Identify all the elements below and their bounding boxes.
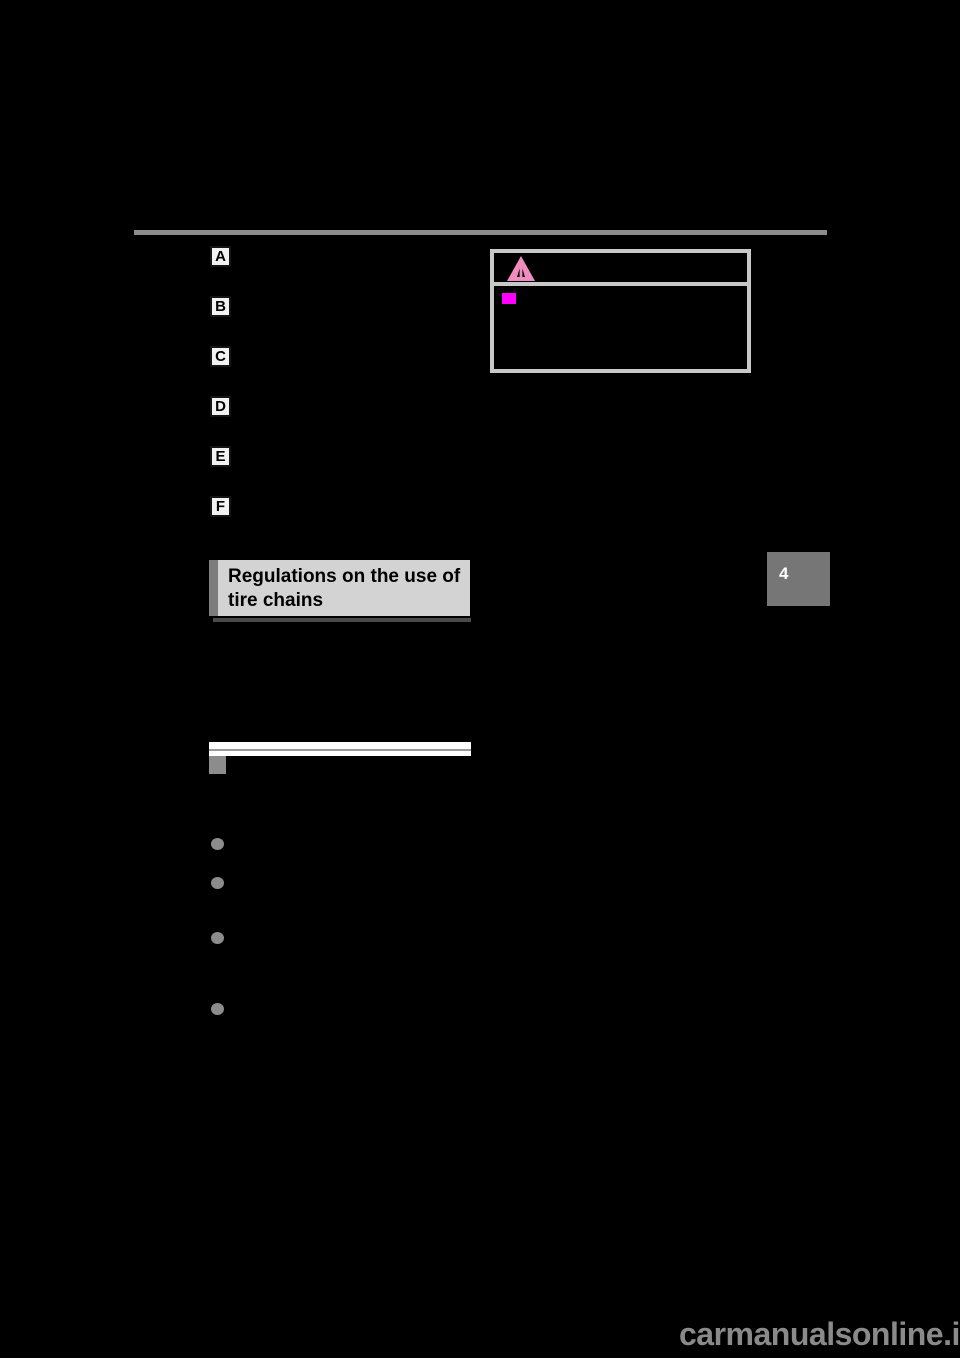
chapter-tab: 4 bbox=[767, 552, 830, 606]
warning-box-header bbox=[494, 253, 747, 286]
warning-box-body bbox=[494, 286, 747, 319]
bullet-dot-icon bbox=[211, 877, 224, 889]
section-header: Regulations on the use of tire chains bbox=[209, 560, 470, 616]
bullet-dot-icon bbox=[211, 932, 224, 944]
callout-marker-e: E bbox=[210, 446, 231, 467]
callout-marker-a: A bbox=[210, 246, 231, 267]
subsection-marker-visible bbox=[209, 757, 226, 774]
chapter-number: 4 bbox=[779, 564, 789, 583]
top-divider-rule bbox=[134, 230, 827, 235]
warning-bullet-icon bbox=[502, 293, 516, 304]
manual-page: A B C D E F Regulations on the use of ti… bbox=[0, 0, 960, 1358]
site-watermark: carmanualsonline.info bbox=[679, 1316, 960, 1352]
subsection-mask bbox=[209, 757, 471, 783]
section-header-title: Regulations on the use of tire chains bbox=[228, 566, 461, 611]
bullet-dot-icon bbox=[211, 1003, 224, 1015]
callout-marker-d: D bbox=[210, 396, 231, 417]
callout-marker-c: C bbox=[210, 346, 231, 367]
warning-triangle-icon bbox=[506, 255, 536, 282]
subsection-rule bbox=[209, 749, 471, 751]
callout-marker-b: B bbox=[210, 296, 231, 317]
bullet-dot-icon bbox=[211, 838, 224, 850]
section-header-shadow bbox=[213, 618, 471, 622]
warning-box bbox=[490, 249, 751, 373]
callout-marker-f: F bbox=[210, 496, 231, 517]
